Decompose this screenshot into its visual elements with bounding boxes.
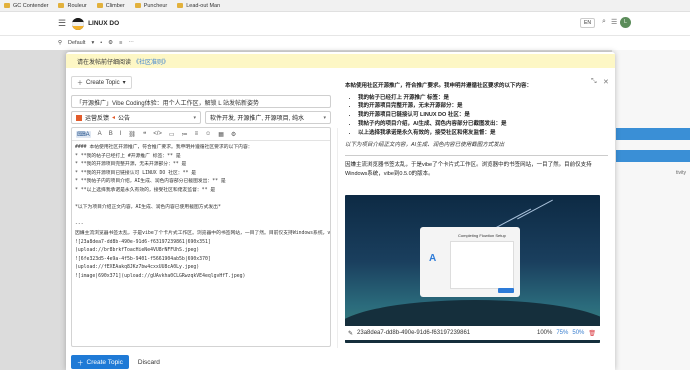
list-icon[interactable]: ≡ — [119, 40, 122, 46]
background-page: tivity — [612, 50, 690, 370]
topic-title-input[interactable]: 「开源推广」Vibe Coding体验：用个人工作区，解锁 L 站发帖新姿势 — [71, 95, 331, 108]
settings-icon[interactable]: ⚙ — [231, 131, 236, 138]
site-title[interactable]: LINUX DO — [88, 20, 119, 27]
divider — [337, 128, 338, 348]
plus-icon: ＋ — [77, 81, 84, 87]
editor-content[interactable]: #### 本帖使用社区开源推广，符合推广要求。我申明并遵循社区要求的以下内容： … — [72, 141, 330, 346]
bookmarks-bar: GC Contender Rouleur Climber Puncheur Le… — [0, 0, 690, 12]
sort-select[interactable]: Default — [68, 40, 85, 46]
chevron-down-icon: ▾ — [122, 80, 126, 86]
bullet-list-icon[interactable]: ≔ — [182, 131, 188, 138]
bookmark-rouleur[interactable]: Rouleur — [58, 3, 87, 9]
setup-dialog-screenshot: Completing Flowtion Setup A — [420, 227, 520, 297]
category-color-icon — [76, 114, 82, 121]
guidelines-notice: 请在发帖前仔细阅读 《社区准则》 — [66, 54, 615, 68]
zoom-75[interactable]: 75% — [556, 330, 568, 336]
chevron-down-icon: ▾ — [193, 114, 196, 121]
plus-icon: ＋ — [77, 360, 84, 367]
folder-icon — [96, 3, 103, 8]
search-icon[interactable]: ⌕ — [602, 18, 606, 26]
settings-icon[interactable]: ⚙ — [108, 40, 113, 46]
guidelines-link[interactable]: 《社区准则》 — [133, 57, 169, 66]
list-item: 我的开源项目已链接认可 LINUX DO 社区：是 — [358, 111, 608, 120]
preview-italic-note: 以下为项目介绍正文内容，AI生成、润色内容已使用截图方式发出 — [345, 141, 505, 148]
sub-toolbar: ⚲ Default ▾ • ⚙ ≡ ⋯ — [0, 36, 690, 50]
background-highlight — [616, 150, 690, 162]
filter-icon[interactable]: ⚲ — [58, 40, 62, 46]
app-logo: A — [429, 253, 437, 264]
bookmark-gc-contender[interactable]: GC Contender — [4, 3, 48, 9]
preview-intro: 本帖使用社区开源推广，符合推广要求。我申明并遵循社区要求的以下内容： — [345, 83, 533, 89]
dialog-button — [498, 288, 514, 293]
editor-toolbar: ⌨A A B I ⛓ ❝ </> ▭ ≔ ≡ ☺ ▦ ⚙ — [72, 128, 330, 141]
list-item: 我帖子内的项目介绍，AI生成、润色内容部分已截图发出：是 — [358, 120, 608, 129]
image-toolbar: ✎ 23a8dea7-dd8b-490e-91d6-f63197239861 1… — [345, 326, 600, 340]
format-icon[interactable]: A — [98, 131, 102, 137]
list-item: 以上选择我承诺是永久有效的，接受社区和佬友监督：是 — [358, 129, 608, 138]
chat-icon[interactable]: ☰ — [611, 18, 617, 26]
bold-icon[interactable]: B — [109, 131, 113, 137]
numbered-list-icon[interactable]: ≡ — [195, 131, 199, 137]
composer-modal: 请在发帖前仔细阅读 《社区准则》 ＋ Create Topic ▾ ⤡ ✕ 「开… — [66, 52, 615, 370]
background-label: tivity — [676, 170, 686, 176]
folder-icon — [134, 3, 141, 8]
trash-icon[interactable]: 🗑 — [588, 330, 596, 337]
preview-paragraph: 因嫌主流浏览器书签太乱，于是vibe了个卡片式工作区。浏览器中的书签网站，一目了… — [345, 162, 592, 177]
site-header: ☰ LINUX DO EN ⌕ ☰ L — [0, 12, 690, 36]
site-logo[interactable] — [72, 17, 85, 30]
image-filename: 23a8dea7-dd8b-490e-91d6-f63197239861 — [357, 330, 471, 336]
category-select[interactable]: 运营反馈 ◂ 公告 ▾ — [71, 111, 201, 124]
markdown-editor[interactable]: ⌨A A B I ⛓ ❝ </> ▭ ≔ ≡ ☺ ▦ ⚙ #### 本帖使用社区… — [71, 127, 331, 347]
more-icon[interactable]: ⋯ — [128, 40, 134, 46]
calendar-icon[interactable]: ▦ — [218, 131, 224, 138]
emoji-icon[interactable]: ☺ — [205, 131, 211, 137]
markdown-mode-icon[interactable]: ⌨A — [76, 130, 91, 138]
dialog-title: Completing Flowtion Setup — [458, 233, 506, 238]
bookmark-lead-out-man[interactable]: Lead-out Man — [177, 3, 220, 9]
quote-icon[interactable]: ❝ — [143, 131, 146, 138]
preview-list: 我的帖子已经打上 开源推广 标签：是 我的开源项目完整开源，无未开源部分：是 我… — [358, 94, 608, 138]
image-decoration — [517, 199, 553, 220]
bookmark-climber[interactable]: Climber — [96, 3, 125, 9]
menu-icon[interactable]: ☰ — [58, 18, 66, 29]
discard-button[interactable]: Discard — [138, 359, 160, 366]
zoom-100[interactable]: 100% — [537, 330, 552, 336]
create-topic-button[interactable]: ＋ Create Topic — [71, 355, 129, 369]
chevron-down-icon: ▾ — [91, 40, 95, 46]
background-highlight — [616, 128, 690, 140]
preview-image[interactable]: Completing Flowtion Setup A — [345, 195, 600, 343]
pin-icon[interactable]: • — [100, 40, 102, 46]
megaphone-icon: ◂ — [112, 115, 116, 121]
language-select[interactable]: EN — [580, 18, 595, 28]
tags-select[interactable]: 软件开发, 开源推广, 开源项目, 纯水 ▾ — [205, 111, 331, 124]
image-icon[interactable]: ▭ — [169, 131, 175, 138]
chevron-down-icon: ▾ — [323, 114, 326, 121]
dialog-body — [450, 241, 514, 289]
italic-icon[interactable]: I — [120, 131, 122, 137]
code-icon[interactable]: </> — [153, 131, 162, 137]
composer-actions: ＋ Create Topic Discard — [71, 355, 160, 369]
pencil-icon[interactable]: ✎ — [348, 330, 353, 337]
link-icon[interactable]: ⛓ — [128, 131, 136, 138]
zoom-50[interactable]: 50% — [572, 330, 584, 336]
avatar[interactable]: L — [620, 17, 631, 28]
list-item: 我的帖子已经打上 开源推广 标签：是 — [358, 94, 608, 103]
list-item: 我的开源项目完整开源，无未开源部分：是 — [358, 102, 608, 111]
divider — [345, 155, 608, 157]
folder-icon — [4, 3, 10, 8]
create-topic-dropdown[interactable]: ＋ Create Topic ▾ — [71, 76, 132, 89]
bookmark-puncheur[interactable]: Puncheur — [134, 3, 167, 9]
folder-icon — [58, 3, 65, 8]
folder-icon — [177, 3, 184, 8]
